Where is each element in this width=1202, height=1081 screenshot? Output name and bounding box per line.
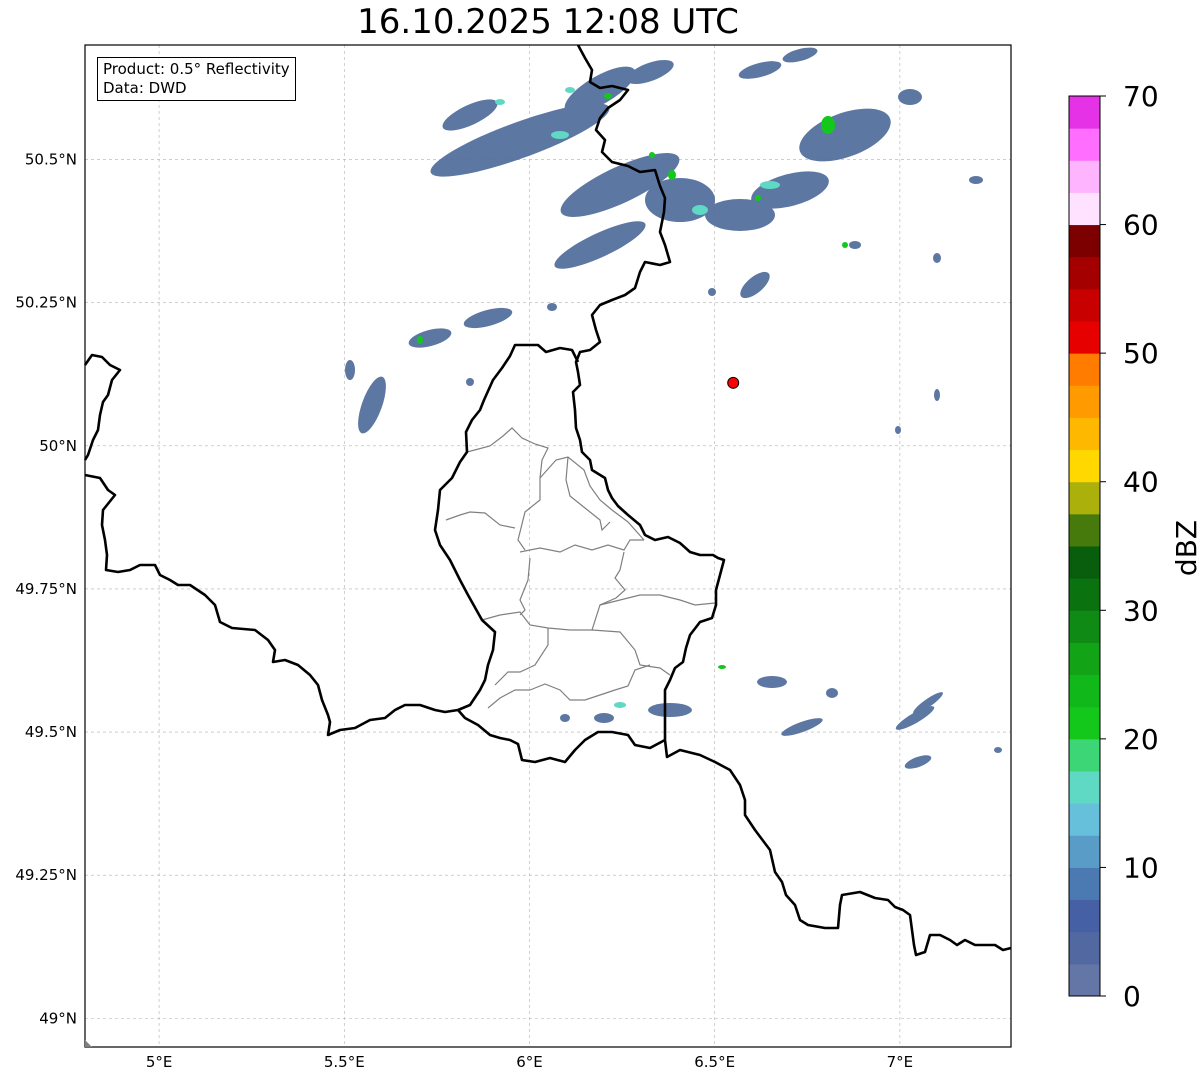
colorbar-label: dBZ bbox=[1170, 520, 1202, 576]
colorbar-swatch bbox=[1069, 256, 1100, 290]
longitude-tick-label: 5.5°E bbox=[324, 1053, 365, 1071]
colorbar-swatch bbox=[1069, 449, 1100, 483]
latitude-tick-label: 49.25°N bbox=[15, 866, 77, 884]
latitude-tick-label: 49.5°N bbox=[25, 723, 77, 741]
longitude-tick-label: 6.5°E bbox=[694, 1053, 735, 1071]
colorbar-swatch bbox=[1069, 867, 1100, 901]
colorbar-swatch bbox=[1069, 642, 1100, 676]
colorbar-tick-label: 30 bbox=[1123, 594, 1159, 627]
latitude-tick-label: 49°N bbox=[39, 1009, 77, 1027]
colorbar-swatch bbox=[1069, 128, 1100, 161]
colorbar-swatch bbox=[1069, 321, 1100, 354]
latitude-tick-label: 50.25°N bbox=[15, 294, 77, 312]
colorbar-tick-label: 60 bbox=[1123, 209, 1159, 242]
colorbar-swatch bbox=[1069, 771, 1100, 804]
colorbar-swatch bbox=[1069, 899, 1100, 933]
colorbar-swatch bbox=[1069, 417, 1100, 451]
dbz-colorbar: 0 10 20 30 40 50 60 70 bbox=[1068, 80, 1159, 1013]
longitude-tick-label: 7°E bbox=[887, 1053, 914, 1071]
colorbar-swatch bbox=[1069, 353, 1100, 386]
latitude-tick-label: 50°N bbox=[39, 437, 77, 455]
product-label: Product: 0.5° Reflectivity bbox=[103, 60, 290, 78]
latitude-tick-label: 49.75°N bbox=[15, 580, 77, 598]
latitude-axis-labels: 49°N 49.25°N 49.5°N 49.75°N 50°N 50.25°N 50.5°… bbox=[15, 151, 77, 1028]
data-source-label: Data: DWD bbox=[103, 79, 187, 97]
colorbar-swatch bbox=[1069, 224, 1100, 258]
colorbar-swatch bbox=[1069, 835, 1100, 868]
colorbar-swatch bbox=[1069, 546, 1100, 579]
colorbar-swatch bbox=[1069, 192, 1100, 226]
longitude-tick-label: 6°E bbox=[516, 1053, 543, 1071]
colorbar-swatch bbox=[1069, 96, 1100, 129]
colorbar-tick-label: 50 bbox=[1123, 337, 1159, 370]
colorbar-swatch bbox=[1069, 738, 1100, 772]
colorbar-swatch bbox=[1069, 578, 1100, 611]
colorbar-tick-label: 0 bbox=[1123, 980, 1141, 1013]
longitude-axis-labels: 5°E 5.5°E 6°E 6.5°E 7°E bbox=[146, 1053, 913, 1071]
colorbar-swatch bbox=[1069, 706, 1100, 740]
colorbar-swatch bbox=[1069, 931, 1100, 965]
colorbar-tick-label: 10 bbox=[1123, 851, 1159, 884]
colorbar-swatch bbox=[1069, 513, 1100, 547]
colorbar-swatch bbox=[1069, 674, 1100, 708]
colorbar-tick-label: 40 bbox=[1123, 466, 1159, 499]
colorbar-tick-label: 70 bbox=[1123, 80, 1159, 113]
colorbar-swatch bbox=[1069, 963, 1100, 997]
product-info-box: Product: 0.5° Reflectivity Data: DWD bbox=[97, 57, 296, 101]
colorbar-swatch bbox=[1069, 610, 1100, 643]
longitude-tick-label: 5°E bbox=[146, 1053, 173, 1071]
colorbar-swatch bbox=[1069, 160, 1100, 193]
colorbar-swatch bbox=[1069, 803, 1100, 836]
colorbar-swatch bbox=[1069, 481, 1100, 515]
colorbar-swatch bbox=[1069, 288, 1100, 322]
colorbar-tick-label: 20 bbox=[1123, 723, 1159, 756]
radar-site-marker bbox=[727, 376, 740, 389]
radar-map-figure: 5°E 5.5°E 6°E 6.5°E 7°E 49°N 49.25°N 49.5°N 49.… bbox=[15, 44, 1202, 1071]
latitude-tick-label: 50.5°N bbox=[25, 151, 77, 169]
colorbar-swatch bbox=[1069, 385, 1100, 418]
